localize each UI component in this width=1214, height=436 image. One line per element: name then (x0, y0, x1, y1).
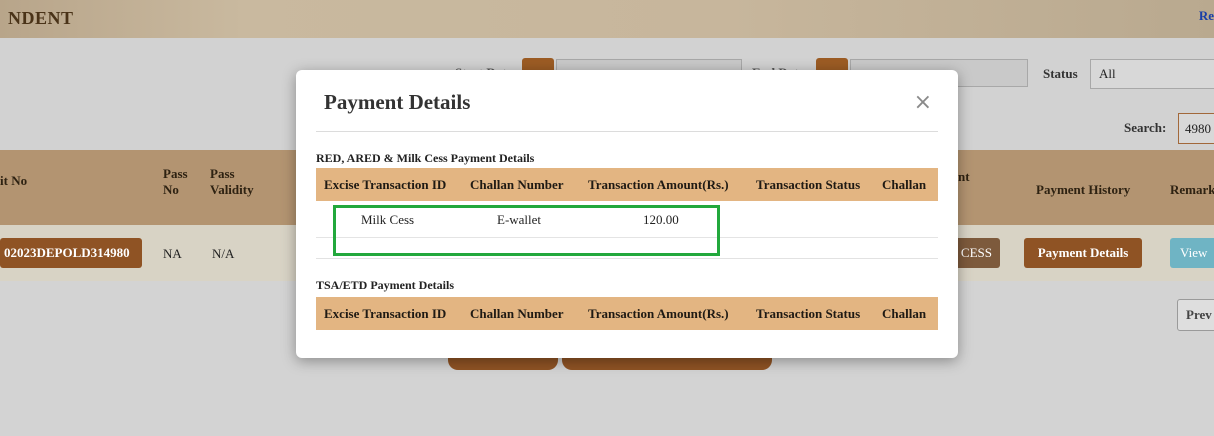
section-red-ared-title: RED, ARED & Milk Cess Payment Details (316, 151, 535, 165)
th-transaction-amount: Transaction Amount(Rs.) (588, 306, 729, 321)
highlight-box (333, 205, 720, 256)
th-challan-number: Challan Number (470, 306, 564, 321)
th-status-partial: nt (958, 169, 970, 184)
th-permit-no: it No (0, 173, 28, 188)
th-challan-number: Challan Number (470, 177, 564, 192)
close-icon[interactable]: × (914, 92, 932, 114)
section1-table-header: Excise Transaction ID Challan Number Tra… (316, 168, 938, 201)
cell-pass-validity: N/A (212, 246, 235, 261)
th-transaction-status: Transaction Status (756, 177, 861, 192)
section-divider (316, 258, 938, 259)
th-pass-no: Pass No (163, 166, 188, 197)
th-excise-transaction-id: Excise Transaction ID (324, 177, 447, 192)
view-button[interactable]: View (1170, 238, 1214, 268)
th-challan: Challan (882, 177, 927, 192)
th-challan: Challan (882, 306, 927, 321)
status-select[interactable]: All (1090, 59, 1214, 89)
th-transaction-status: Transaction Status (756, 306, 861, 321)
top-right-link[interactable]: Re (1199, 8, 1214, 24)
permit-number-button[interactable]: 02023DEPOLD314980 (0, 238, 142, 268)
section2-table-header: Excise Transaction ID Challan Number Tra… (316, 297, 938, 330)
search-label: Search: (1124, 120, 1167, 135)
cell-pass-no: NA (163, 246, 182, 261)
th-pass-validity: Pass Validity (210, 166, 254, 197)
prev-page-button[interactable]: Prev (1177, 299, 1214, 331)
search-input[interactable]: 4980 (1178, 113, 1214, 144)
payment-details-button[interactable]: Payment Details (1024, 238, 1142, 268)
th-transaction-amount: Transaction Amount(Rs.) (588, 177, 729, 192)
top-bar: NDENT Re (0, 0, 1214, 38)
th-payment-history: Payment History (1036, 182, 1131, 197)
th-excise-transaction-id: Excise Transaction ID (324, 306, 447, 321)
th-remarks: Remark (1170, 182, 1214, 197)
modal-title: Payment Details (324, 90, 471, 114)
app-brand: NDENT (8, 8, 74, 28)
section-tsa-etd-title: TSA/ETD Payment Details (316, 278, 454, 292)
status-label: Status (1043, 66, 1078, 81)
modal-header-divider (316, 131, 938, 132)
